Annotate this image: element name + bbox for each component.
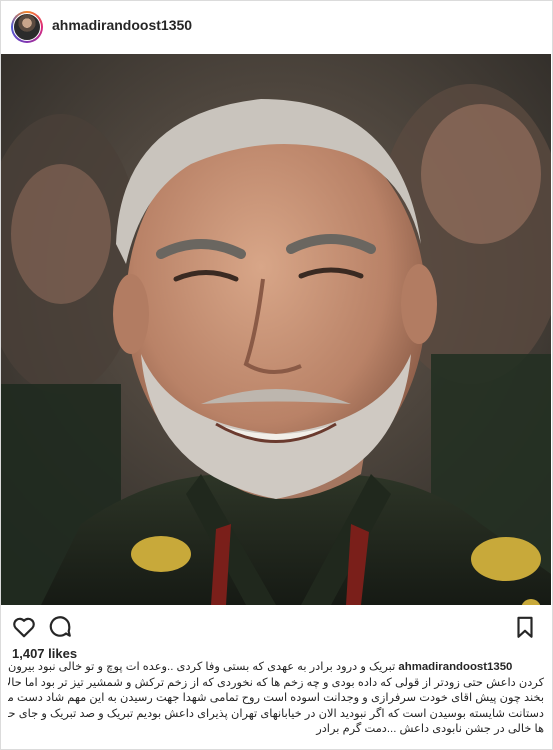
likes-count[interactable]: 1,407 likes [12,646,77,661]
bookmark-icon[interactable] [512,614,538,640]
avatar-image [13,13,41,41]
profile-avatar[interactable] [11,11,43,43]
heart-icon[interactable] [11,614,37,640]
header-username[interactable]: ahmadirandoost1350 [52,17,192,33]
caption-text: تبریک و درود برادر به عهدی که بستی وفا ک… [8,661,396,673]
post-header: ahmadirandoost1350 [0,0,553,54]
caption-line: ahmadirandoost1350 تبریک و درود برادر به… [8,660,544,676]
portrait-illustration [1,54,551,605]
action-bar [0,608,553,644]
caption-line: کردن داعش حتی زودتر از قولی که داده بودی… [8,676,544,689]
caption-line: بخند چون پیش اقای خودت سرفرازی و وجدانت … [8,692,544,704]
caption-line: ها خالی در جشن نابودی داعش ...دمت گرم بر… [316,723,544,735]
post-photo[interactable] [1,54,551,605]
post-caption: ahmadirandoost1350 تبریک و درود برادر به… [8,660,544,738]
caption-line: دستانت شایسته بوسیدن است که اگر نبودید ا… [8,707,544,720]
caption-username[interactable]: ahmadirandoost1350 [398,661,512,673]
comment-icon[interactable] [47,614,73,640]
